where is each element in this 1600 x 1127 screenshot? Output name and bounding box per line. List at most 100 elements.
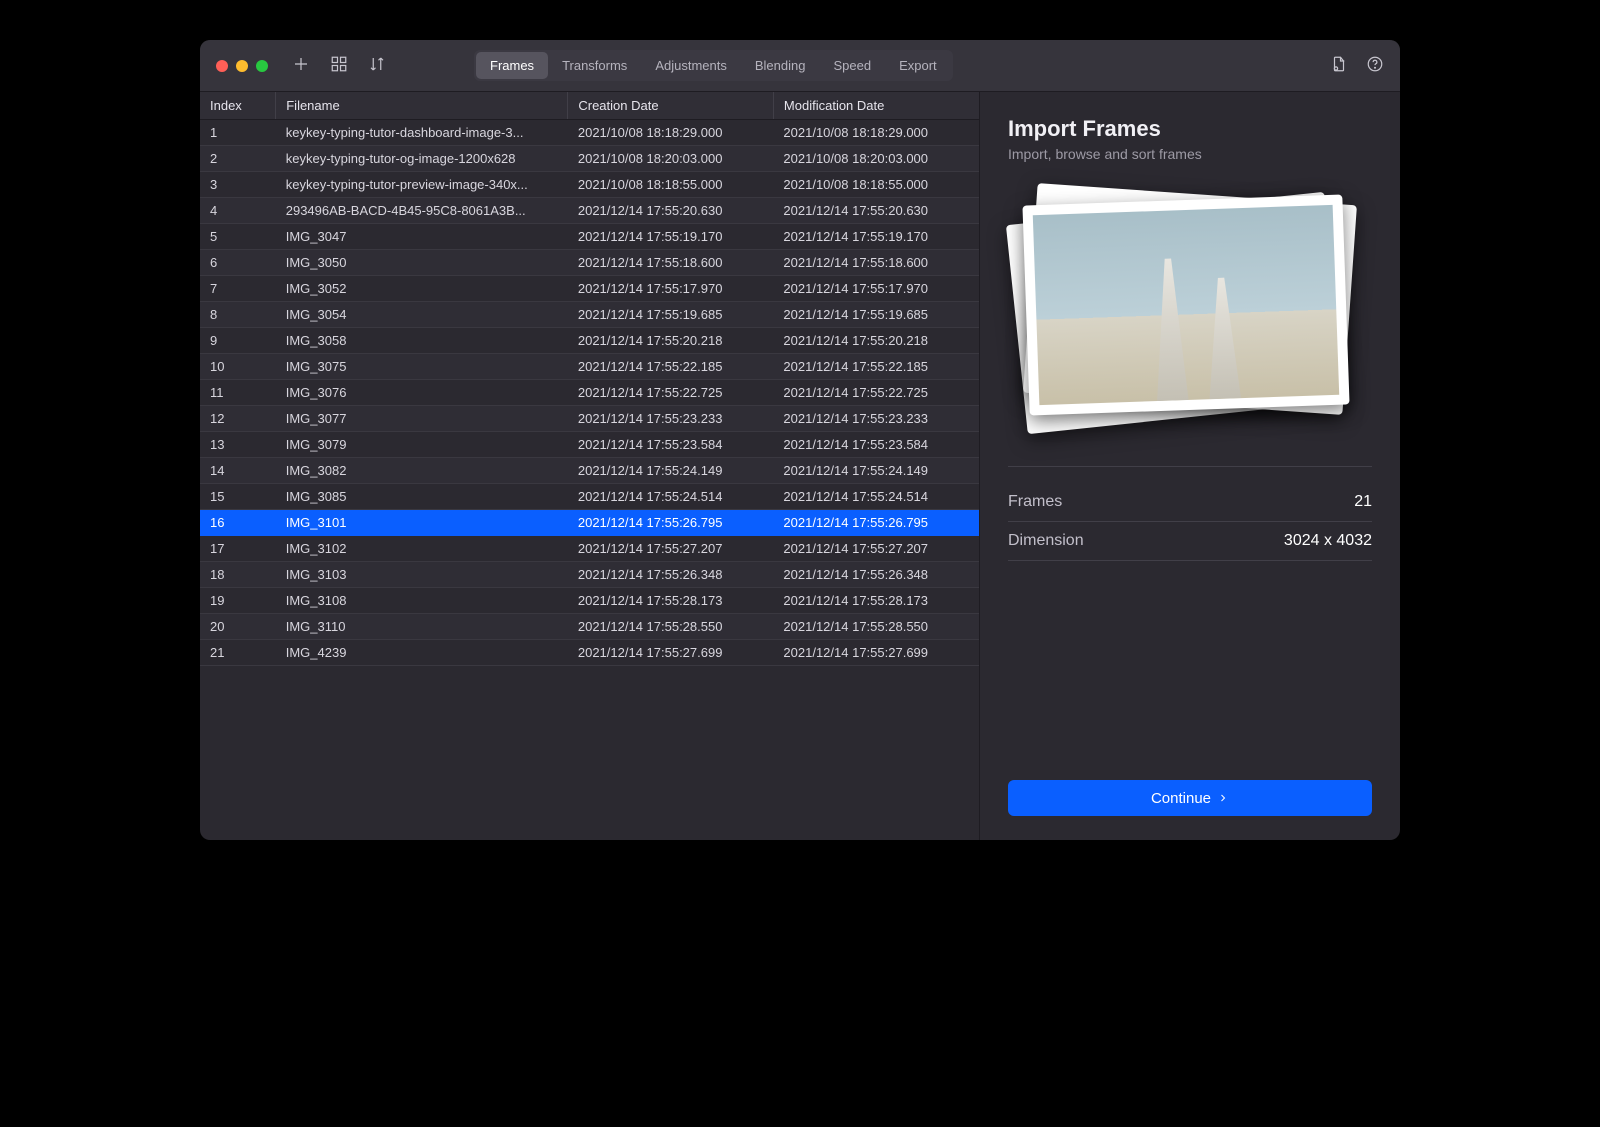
minimize-window-button[interactable] bbox=[236, 60, 248, 72]
cell-index: 11 bbox=[200, 380, 276, 406]
cell-creation: 2021/12/14 17:55:18.600 bbox=[568, 250, 774, 276]
table-row[interactable]: 19IMG_31082021/12/14 17:55:28.1732021/12… bbox=[200, 588, 979, 614]
cell-creation: 2021/12/14 17:55:27.207 bbox=[568, 536, 774, 562]
cell-modification: 2021/12/14 17:55:23.233 bbox=[773, 406, 979, 432]
toolbar-right-icons bbox=[1330, 55, 1384, 76]
table-row[interactable]: 7IMG_30522021/12/14 17:55:17.9702021/12/… bbox=[200, 276, 979, 302]
cell-filename: IMG_3079 bbox=[276, 432, 568, 458]
preview-card-top bbox=[1022, 194, 1349, 415]
preview-photo bbox=[1033, 205, 1339, 405]
tab-transforms[interactable]: Transforms bbox=[548, 52, 641, 79]
table-row[interactable]: 12IMG_30772021/12/14 17:55:23.2332021/12… bbox=[200, 406, 979, 432]
cell-modification: 2021/12/14 17:55:28.173 bbox=[773, 588, 979, 614]
cell-filename: keykey-typing-tutor-dashboard-image-3... bbox=[276, 120, 568, 146]
cell-index: 14 bbox=[200, 458, 276, 484]
table-row[interactable]: 6IMG_30502021/12/14 17:55:18.6002021/12/… bbox=[200, 250, 979, 276]
chevron-right-icon bbox=[1217, 792, 1229, 804]
close-window-button[interactable] bbox=[216, 60, 228, 72]
tab-frames[interactable]: Frames bbox=[476, 52, 548, 79]
table-row[interactable]: 11IMG_30762021/12/14 17:55:22.7252021/12… bbox=[200, 380, 979, 406]
cell-filename: IMG_3103 bbox=[276, 562, 568, 588]
file-settings-icon[interactable] bbox=[1330, 55, 1348, 76]
table-row[interactable]: 14IMG_30822021/12/14 17:55:24.1492021/12… bbox=[200, 458, 979, 484]
cell-filename: 293496AB-BACD-4B45-95C8-8061A3B... bbox=[276, 198, 568, 224]
cell-index: 17 bbox=[200, 536, 276, 562]
stat-dimension-label: Dimension bbox=[1008, 532, 1084, 550]
table-row[interactable]: 13IMG_30792021/12/14 17:55:23.5842021/12… bbox=[200, 432, 979, 458]
add-icon[interactable] bbox=[292, 55, 310, 76]
stat-dimension-value: 3024 x 4032 bbox=[1284, 532, 1372, 550]
cell-filename: IMG_3075 bbox=[276, 354, 568, 380]
col-header-filename[interactable]: Filename bbox=[276, 92, 568, 120]
cell-index: 6 bbox=[200, 250, 276, 276]
grid-icon[interactable] bbox=[330, 55, 348, 76]
cell-filename: IMG_3077 bbox=[276, 406, 568, 432]
tab-export[interactable]: Export bbox=[885, 52, 951, 79]
titlebar: Frames Transforms Adjustments Blending S… bbox=[200, 40, 1400, 92]
sort-icon[interactable] bbox=[368, 55, 386, 76]
cell-creation: 2021/12/14 17:55:22.725 bbox=[568, 380, 774, 406]
table-row[interactable]: 5IMG_30472021/12/14 17:55:19.1702021/12/… bbox=[200, 224, 979, 250]
table-row[interactable]: 18IMG_31032021/12/14 17:55:26.3482021/12… bbox=[200, 562, 979, 588]
cell-creation: 2021/12/14 17:55:19.170 bbox=[568, 224, 774, 250]
cell-modification: 2021/10/08 18:20:03.000 bbox=[773, 146, 979, 172]
cell-filename: IMG_3050 bbox=[276, 250, 568, 276]
cell-creation: 2021/12/14 17:55:23.584 bbox=[568, 432, 774, 458]
cell-index: 15 bbox=[200, 484, 276, 510]
cell-filename: IMG_4239 bbox=[276, 640, 568, 666]
inspector-subtitle: Import, browse and sort frames bbox=[1008, 146, 1372, 162]
maximize-window-button[interactable] bbox=[256, 60, 268, 72]
cell-creation: 2021/12/14 17:55:19.685 bbox=[568, 302, 774, 328]
cell-index: 2 bbox=[200, 146, 276, 172]
cell-filename: IMG_3101 bbox=[276, 510, 568, 536]
table-row[interactable]: 17IMG_31022021/12/14 17:55:27.2072021/12… bbox=[200, 536, 979, 562]
cell-filename: IMG_3085 bbox=[276, 484, 568, 510]
cell-creation: 2021/12/14 17:55:24.149 bbox=[568, 458, 774, 484]
cell-index: 7 bbox=[200, 276, 276, 302]
table-row[interactable]: 15IMG_30852021/12/14 17:55:24.5142021/12… bbox=[200, 484, 979, 510]
table-row[interactable]: 3keykey-typing-tutor-preview-image-340x.… bbox=[200, 172, 979, 198]
help-icon[interactable] bbox=[1366, 55, 1384, 76]
cell-index: 12 bbox=[200, 406, 276, 432]
tab-adjustments[interactable]: Adjustments bbox=[641, 52, 741, 79]
tab-speed[interactable]: Speed bbox=[819, 52, 885, 79]
table-row[interactable]: 8IMG_30542021/12/14 17:55:19.6852021/12/… bbox=[200, 302, 979, 328]
traffic-lights bbox=[216, 60, 268, 72]
table-row[interactable]: 1keykey-typing-tutor-dashboard-image-3..… bbox=[200, 120, 979, 146]
cell-modification: 2021/12/14 17:55:24.514 bbox=[773, 484, 979, 510]
stat-frames-value: 21 bbox=[1354, 493, 1372, 511]
cell-modification: 2021/12/14 17:55:27.699 bbox=[773, 640, 979, 666]
app-window: Frames Transforms Adjustments Blending S… bbox=[200, 40, 1400, 840]
cell-filename: IMG_3058 bbox=[276, 328, 568, 354]
frames-table-pane[interactable]: Index Filename Creation Date Modificatio… bbox=[200, 92, 980, 840]
cell-modification: 2021/12/14 17:55:28.550 bbox=[773, 614, 979, 640]
stat-frames: Frames 21 bbox=[1008, 483, 1372, 522]
cell-modification: 2021/12/14 17:55:27.207 bbox=[773, 536, 979, 562]
tab-blending[interactable]: Blending bbox=[741, 52, 820, 79]
toolbar-left-icons bbox=[292, 55, 386, 76]
cell-modification: 2021/12/14 17:55:19.170 bbox=[773, 224, 979, 250]
cell-creation: 2021/10/08 18:20:03.000 bbox=[568, 146, 774, 172]
cell-index: 10 bbox=[200, 354, 276, 380]
table-row[interactable]: 16IMG_31012021/12/14 17:55:26.7952021/12… bbox=[200, 510, 979, 536]
cell-filename: IMG_3047 bbox=[276, 224, 568, 250]
cell-modification: 2021/12/14 17:55:19.685 bbox=[773, 302, 979, 328]
cell-creation: 2021/12/14 17:55:24.514 bbox=[568, 484, 774, 510]
col-header-modification[interactable]: Modification Date bbox=[773, 92, 979, 120]
table-row[interactable]: 4293496AB-BACD-4B45-95C8-8061A3B...2021/… bbox=[200, 198, 979, 224]
table-row[interactable]: 2keykey-typing-tutor-og-image-1200x62820… bbox=[200, 146, 979, 172]
table-row[interactable]: 21IMG_42392021/12/14 17:55:27.6992021/12… bbox=[200, 640, 979, 666]
table-row[interactable]: 20IMG_31102021/12/14 17:55:28.5502021/12… bbox=[200, 614, 979, 640]
cell-creation: 2021/12/14 17:55:26.348 bbox=[568, 562, 774, 588]
cell-creation: 2021/12/14 17:55:27.699 bbox=[568, 640, 774, 666]
col-header-creation[interactable]: Creation Date bbox=[568, 92, 774, 120]
col-header-index[interactable]: Index bbox=[200, 92, 276, 120]
cell-index: 3 bbox=[200, 172, 276, 198]
cell-filename: IMG_3102 bbox=[276, 536, 568, 562]
continue-button[interactable]: Continue bbox=[1008, 780, 1372, 816]
cell-filename: IMG_3082 bbox=[276, 458, 568, 484]
table-row[interactable]: 9IMG_30582021/12/14 17:55:20.2182021/12/… bbox=[200, 328, 979, 354]
table-row[interactable]: 10IMG_30752021/12/14 17:55:22.1852021/12… bbox=[200, 354, 979, 380]
cell-creation: 2021/12/14 17:55:28.550 bbox=[568, 614, 774, 640]
cell-creation: 2021/12/14 17:55:28.173 bbox=[568, 588, 774, 614]
